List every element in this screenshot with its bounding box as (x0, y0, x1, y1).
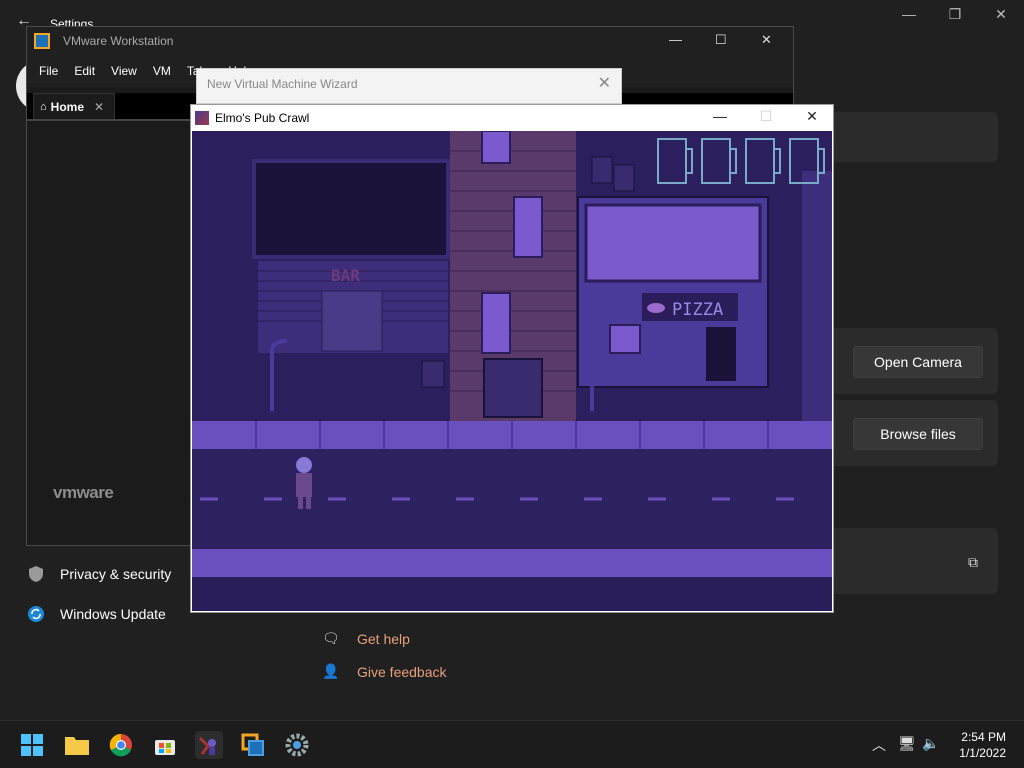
get-help-link[interactable]: 🗨 Get help (322, 630, 410, 647)
feedback-icon: 👤 (322, 663, 340, 679)
restore-icon[interactable]: ❐ (932, 6, 978, 23)
vm-close-icon[interactable]: ✕ (761, 32, 772, 48)
taskbar: ︿ 🖥 🔈 2:54 PM 1/1/2022 (0, 720, 1024, 768)
browse-files-button[interactable]: Browse files (853, 418, 983, 450)
external-link-icon[interactable]: ⧉ (968, 554, 978, 571)
update-icon (26, 604, 46, 624)
game-titlebar[interactable]: Elmo's Pub Crawl — ☐ ✕ (191, 105, 833, 131)
nav-label: Privacy & security (60, 566, 172, 582)
wizard-title: New Virtual Machine Wizard (207, 77, 358, 91)
give-feedback-label: Give feedback (357, 663, 447, 680)
volume-icon[interactable]: 🔈 (922, 735, 939, 752)
minimize-icon[interactable]: — (886, 6, 932, 22)
nav-windows-update[interactable]: Windows Update (26, 601, 166, 627)
vmware-icon[interactable] (239, 731, 267, 759)
bar-sign: BAR (331, 266, 360, 285)
game-window: Elmo's Pub Crawl — ☐ ✕ BAR PIZZA (190, 104, 834, 613)
game-scene: BAR PIZZA (192, 131, 832, 611)
settings-gear-icon[interactable] (283, 731, 311, 759)
open-camera-button[interactable]: Open Camera (853, 346, 983, 378)
menu-edit[interactable]: Edit (74, 64, 95, 78)
menu-view[interactable]: View (111, 64, 137, 78)
chrome-icon[interactable] (107, 731, 135, 759)
network-icon[interactable]: 🖥 (898, 735, 916, 752)
vmware-titlebar[interactable]: VMware Workstation — ☐ ✕ (27, 27, 793, 55)
game-minimize-icon[interactable]: — (697, 108, 743, 124)
clock-time: 2:54 PM (961, 730, 1006, 744)
clock-date: 1/1/2022 (959, 746, 1006, 760)
chevron-up-icon[interactable]: ︿ (872, 735, 886, 755)
shield-icon (26, 564, 46, 584)
vm-maximize-icon[interactable]: ☐ (715, 32, 727, 48)
tab-home[interactable]: ⌂ Home ✕ (33, 93, 115, 119)
road (192, 449, 832, 549)
help-icon: 🗨 (322, 630, 340, 646)
game-maximize-icon: ☐ (759, 108, 773, 124)
elmo-game-taskbar-icon[interactable] (195, 731, 223, 759)
vmware-logo-icon (34, 33, 50, 49)
elmo-game-icon (195, 111, 209, 125)
give-feedback-link[interactable]: 👤 Give feedback (322, 663, 447, 680)
tab-close-icon[interactable]: ✕ (94, 100, 104, 114)
home-icon: ⌂ (40, 100, 47, 113)
game-close-icon[interactable]: ✕ (789, 108, 835, 125)
store-icon[interactable] (151, 731, 179, 759)
billboard (252, 159, 450, 259)
nav-label: Windows Update (60, 606, 166, 622)
start-icon[interactable] (18, 731, 46, 759)
menu-vm[interactable]: VM (153, 64, 171, 78)
tab-home-label: Home (50, 99, 84, 114)
taskbar-clock[interactable]: 2:54 PM 1/1/2022 (959, 729, 1006, 761)
game-canvas[interactable]: BAR PIZZA (192, 131, 832, 611)
close-icon[interactable]: ✕ (978, 6, 1024, 23)
nav-privacy-security[interactable]: Privacy & security (26, 561, 171, 587)
vm-minimize-icon[interactable]: — (669, 32, 682, 47)
wizard-close-icon[interactable]: ✕ (598, 73, 611, 93)
game-title: Elmo's Pub Crawl (215, 111, 310, 125)
vmware-brand-logo: vmware (53, 483, 114, 502)
new-vm-wizard-window[interactable]: New Virtual Machine Wizard ✕ (196, 68, 622, 104)
vmware-title: VMware Workstation (63, 34, 174, 48)
file-explorer-icon[interactable] (63, 731, 91, 759)
pizza-sign: PIZZA (672, 300, 723, 320)
menu-file[interactable]: File (39, 64, 58, 78)
get-help-label: Get help (357, 630, 410, 647)
